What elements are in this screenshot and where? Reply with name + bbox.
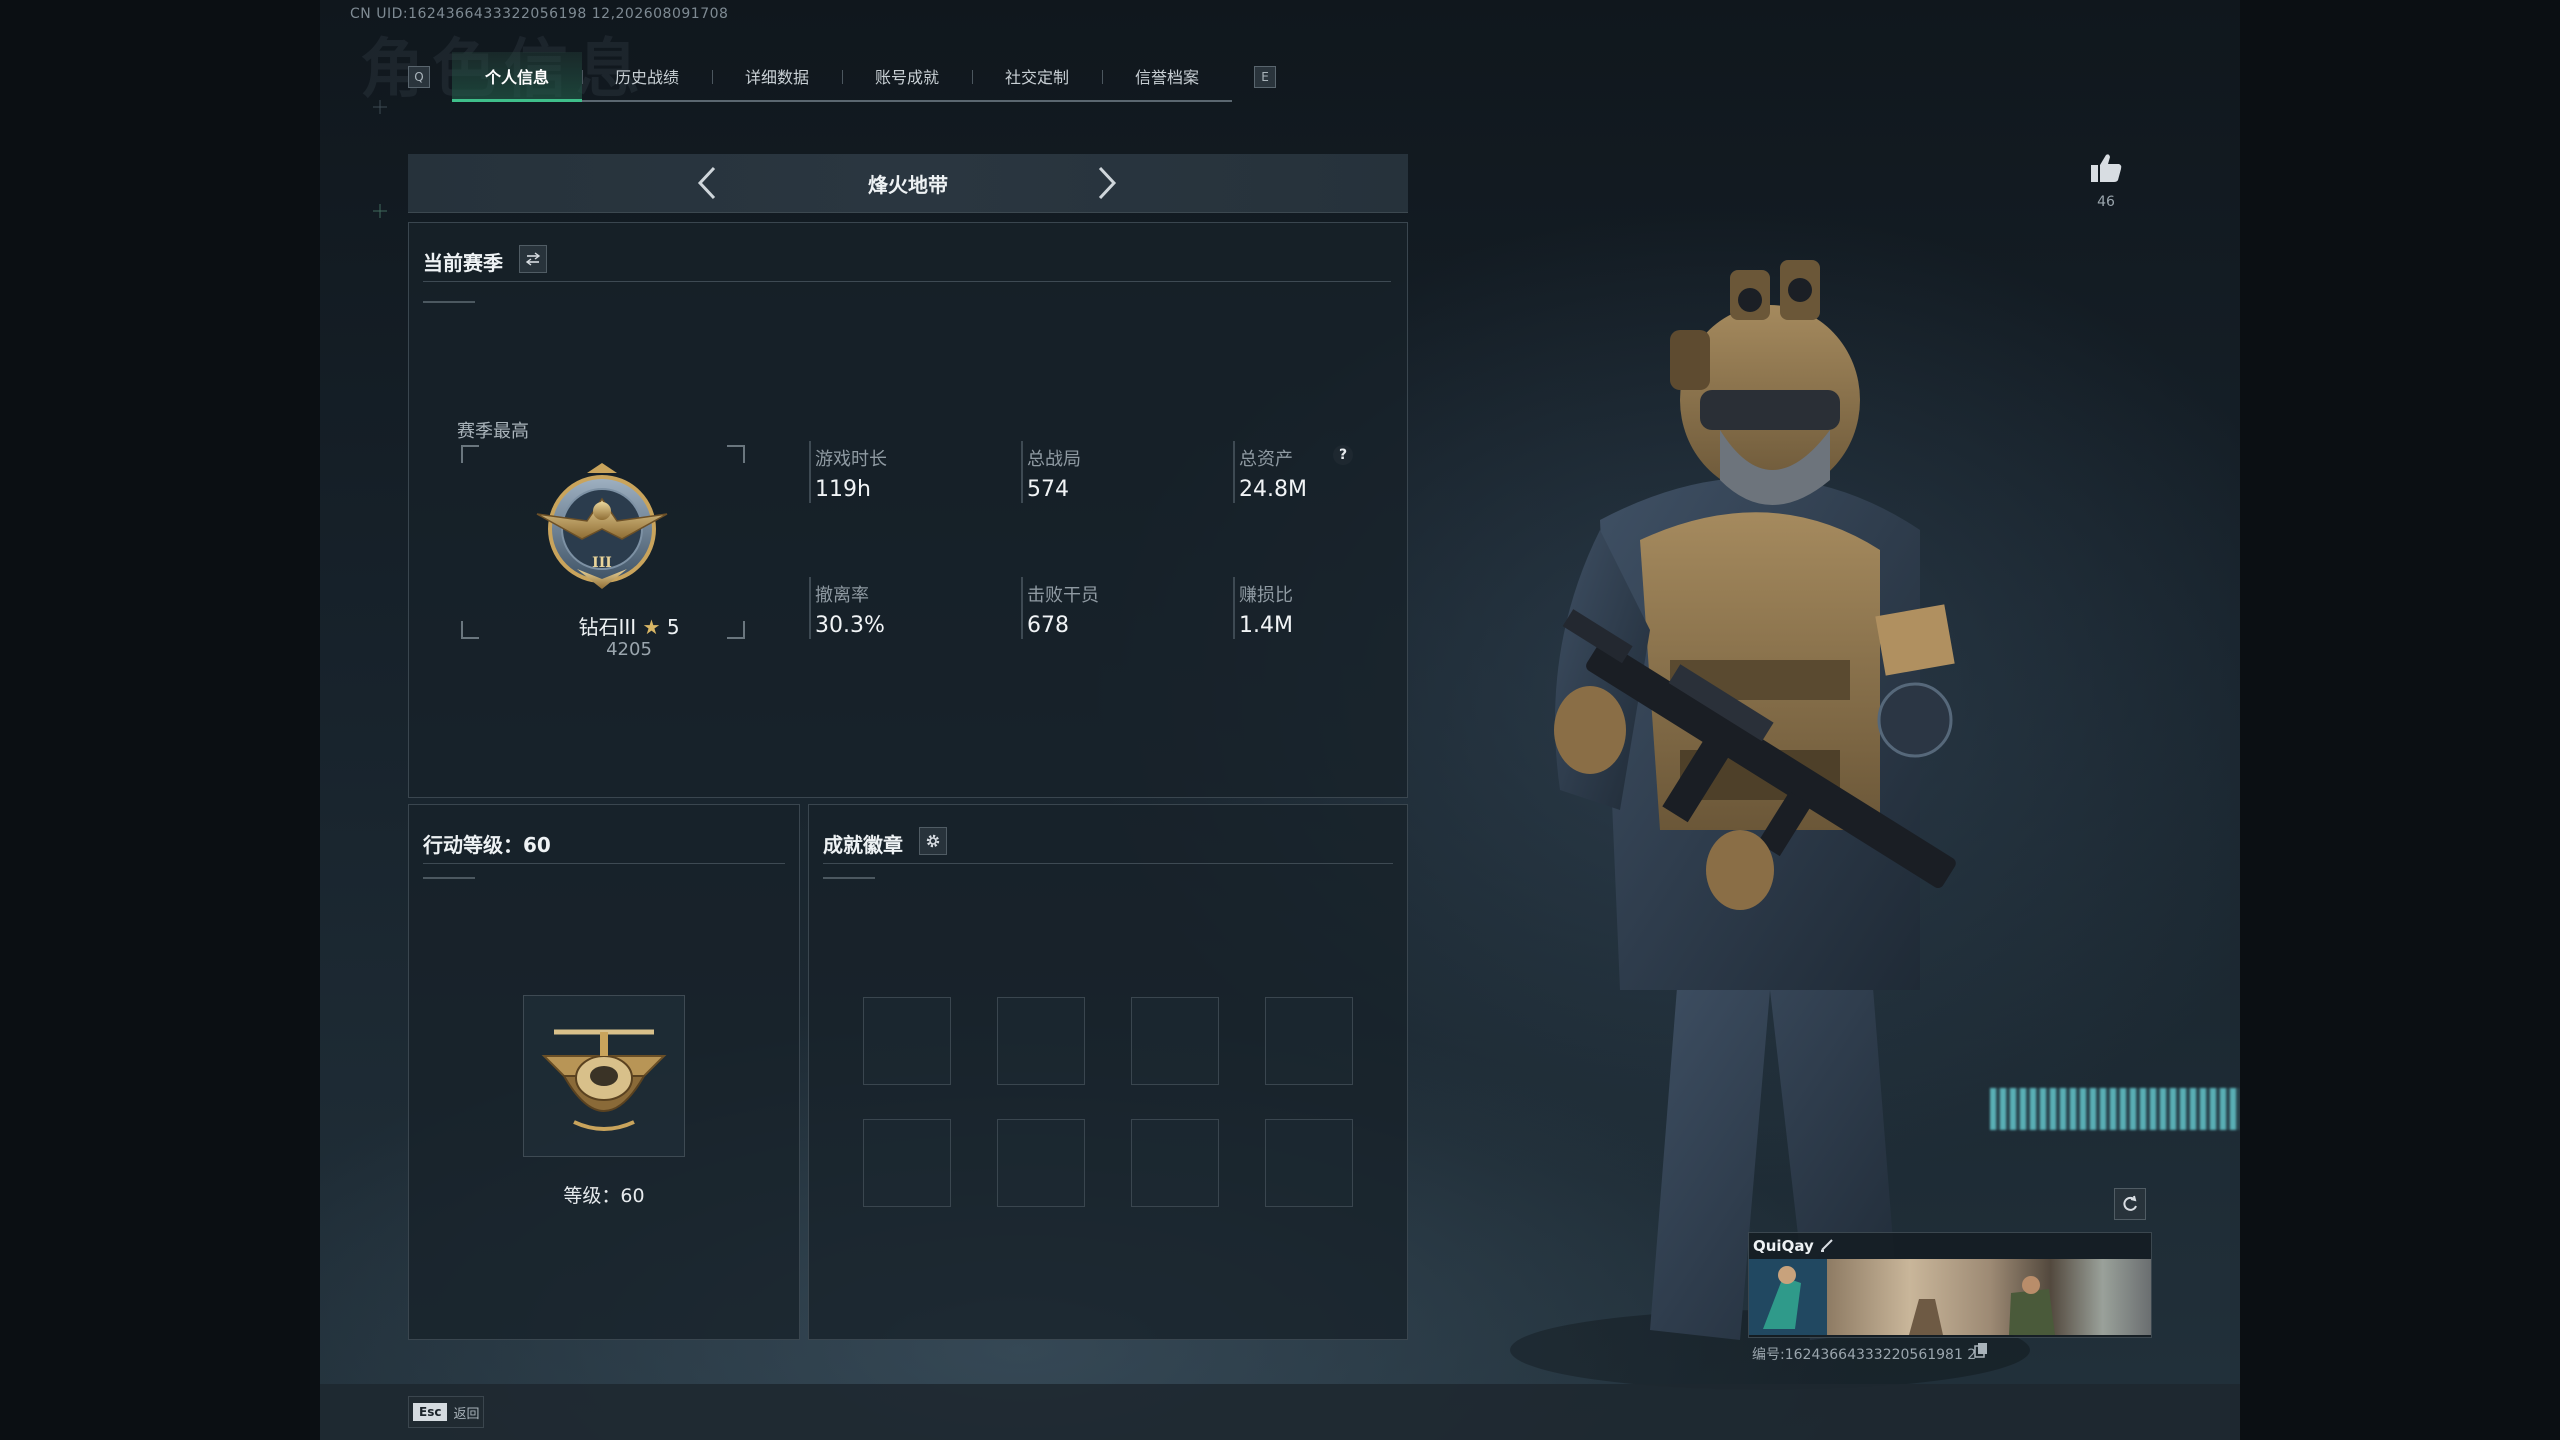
stat-divider <box>1233 577 1235 639</box>
stat-divider <box>809 441 811 503</box>
season-panel: 当前赛季 赛季最高 III 钻石III ★ 5 4205 游戏时长 119h 总… <box>408 222 1408 798</box>
divider <box>423 301 475 303</box>
diamond-rank-emblem-icon: III <box>536 463 668 589</box>
divider <box>423 877 475 879</box>
divider <box>423 863 785 864</box>
stat-divider <box>1021 577 1023 639</box>
bottom-bar <box>320 1384 2240 1440</box>
mode-title: 烽火地带 <box>868 172 948 197</box>
divider <box>823 877 875 879</box>
badge-slot[interactable] <box>997 1119 1085 1207</box>
badge-slot[interactable] <box>1131 1119 1219 1207</box>
gear-icon <box>926 834 940 848</box>
rank-name-row: 钻石III ★ 5 <box>509 611 749 640</box>
game-profile-screen: 角色信息 ​ CN UID:1624366433322056198 12,202… <box>320 0 2240 1440</box>
mode-next-button[interactable] <box>1088 164 1126 202</box>
player-name: QuiQay <box>1753 1237 1814 1255</box>
level-emblem-frame <box>523 995 685 1157</box>
action-level-title: 行动等级：60 <box>423 833 551 857</box>
rank-name: 钻石III <box>578 615 637 639</box>
stat-label-operators-defeated: 击败干员 <box>1027 585 1099 606</box>
crosshair-decor <box>373 100 387 218</box>
svg-text:III: III <box>592 555 612 571</box>
helicopter-level-emblem-icon <box>541 1029 667 1131</box>
tab-prev-key[interactable]: Q <box>408 66 430 88</box>
edit-icon[interactable] <box>1819 1237 1835 1253</box>
frame-corner <box>727 445 745 463</box>
badge-slot[interactable] <box>1131 997 1219 1085</box>
achievements-title: 成就徽章 <box>823 833 903 857</box>
stat-label-total-matches: 总战局 <box>1027 449 1081 470</box>
stat-label-playtime: 游戏时长 <box>815 449 887 470</box>
level-text: 等级：60 <box>563 1185 645 1207</box>
stat-value-total-assets: 24.8M <box>1239 477 1307 502</box>
achievements-panel: 成就徽章 <box>808 804 1408 1340</box>
stat-value-extraction-rate: 30.3% <box>815 613 885 638</box>
thumbs-up-icon <box>2091 154 2122 182</box>
back-button[interactable]: Esc 返回 <box>408 1396 485 1428</box>
like-count: 46 <box>2097 194 2115 210</box>
badge-slot[interactable] <box>863 1119 951 1207</box>
uid-text: CN UID:1624366433322056198 12,2026080917… <box>350 6 729 22</box>
tab-detailed-data[interactable]: 详细数据 <box>712 52 842 100</box>
back-label: 返回 <box>453 1406 480 1422</box>
season-title: 当前赛季 <box>423 251 503 275</box>
tab-next-key[interactable]: E <box>1254 66 1276 88</box>
frame-corner <box>461 621 479 639</box>
tab-bar: Q 个人信息 历史战绩 详细数据 账号成就 社交定制 信誉档案 E <box>408 52 1276 102</box>
banner-art-icon <box>1749 1259 2055 1335</box>
badge-slot[interactable] <box>1265 1119 1353 1207</box>
tabs: 个人信息 历史战绩 详细数据 账号成就 社交定制 信誉档案 <box>452 52 1232 102</box>
stat-divider <box>809 577 811 639</box>
stat-label-extraction-rate: 撤离率 <box>815 585 869 606</box>
season-switch-button[interactable] <box>519 245 547 273</box>
frame-corner <box>461 445 479 463</box>
player-card[interactable]: QuiQay <box>1748 1232 2152 1338</box>
stat-label-total-assets: 总资产 <box>1239 449 1293 470</box>
stat-label-profit-ratio: 赚损比 <box>1239 585 1293 606</box>
badge-slot[interactable] <box>997 997 1085 1085</box>
refresh-card-button[interactable] <box>2114 1188 2146 1220</box>
like-button[interactable] <box>2086 152 2126 188</box>
esc-key: Esc <box>413 1403 448 1421</box>
operator-character-illustration <box>1510 260 2030 1390</box>
stat-value-total-matches: 574 <box>1027 477 1069 502</box>
stat-value-operators-defeated: 678 <box>1027 613 1069 638</box>
light-streak-decor <box>1990 1088 2240 1130</box>
tab-social[interactable]: 社交定制 <box>972 52 1102 100</box>
divider <box>423 281 1391 282</box>
divider <box>823 863 1393 864</box>
tab-achievements[interactable]: 账号成就 <box>842 52 972 100</box>
mode-selector: 烽火地带 <box>408 154 1408 213</box>
tab-match-history[interactable]: 历史战绩 <box>582 52 712 100</box>
tab-reputation[interactable]: 信誉档案 <box>1102 52 1232 100</box>
chevron-right-icon <box>1098 166 1117 200</box>
refresh-icon <box>2123 1195 2137 1211</box>
stat-value-playtime: 119h <box>815 477 871 502</box>
rank-score: 4205 <box>606 639 652 660</box>
copy-icon[interactable] <box>1974 1342 1988 1358</box>
player-id-text: 编号:16243664333220561981 2 <box>1752 1347 1977 1363</box>
rank-stars: 5 <box>666 615 680 639</box>
achievements-settings-button[interactable] <box>919 827 947 855</box>
badge-slot[interactable] <box>1265 997 1353 1085</box>
stat-value-profit-ratio: 1.4M <box>1239 613 1293 638</box>
mode-prev-button[interactable] <box>688 164 726 202</box>
star-icon: ★ <box>642 615 661 639</box>
swap-icon <box>525 252 541 266</box>
tab-personal-info[interactable]: 个人信息 <box>452 52 582 102</box>
action-level-panel: 行动等级：60 等级：60 <box>408 804 800 1340</box>
stat-divider <box>1233 441 1235 503</box>
season-best-label: 赛季最高 <box>457 421 529 442</box>
badge-slot[interactable] <box>863 997 951 1085</box>
stat-divider <box>1021 441 1023 503</box>
help-icon[interactable]: ? <box>1333 445 1353 465</box>
chevron-left-icon <box>697 166 716 200</box>
player-card-banner <box>1749 1259 2151 1335</box>
